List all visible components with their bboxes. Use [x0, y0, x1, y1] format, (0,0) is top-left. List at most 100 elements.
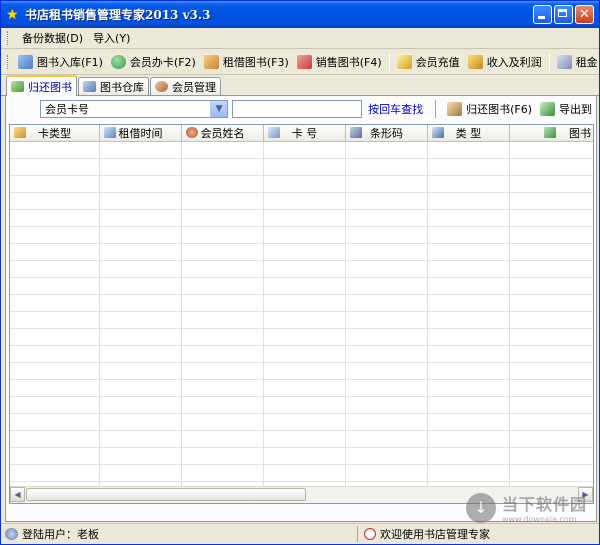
tab-member-management[interactable]: 会员管理: [150, 77, 221, 95]
income-button[interactable]: 收入及利润: [464, 51, 546, 72]
return-book-icon: [447, 102, 463, 116]
recharge-button[interactable]: 会员充值: [393, 51, 464, 72]
title-bar[interactable]: ★ 书店租书销售管理专家2013 v3.3 ✕: [1, 1, 599, 28]
book-in-label: 图书入库(F1): [37, 55, 103, 69]
download-arrow-icon: ↓: [465, 492, 496, 523]
book-in-icon: [18, 54, 33, 69]
column-member-name-label: 会员姓名: [200, 127, 245, 140]
tab-book-warehouse-label: 图书仓库: [100, 80, 144, 94]
book-icon: [544, 127, 556, 138]
search-input[interactable]: [232, 100, 363, 118]
sell-book-button[interactable]: 销售图书(F4): [293, 51, 386, 72]
toolbar-separator: [388, 52, 390, 71]
status-message-pane: 欢迎使用书店管理专家: [358, 526, 490, 542]
export-icon: [540, 102, 555, 116]
book-warehouse-tab-icon: [83, 81, 96, 92]
column-book-label: 图书: [569, 127, 591, 140]
return-books-panel: 会员卡号 ▼ 按回车查找 归还图书(F6) 导出到 卡类型 租借时间 会员姓名 …: [5, 96, 597, 522]
tab-return-books[interactable]: 归还图书: [6, 75, 77, 96]
return-book-label: 归还图书(F6): [466, 103, 532, 116]
rent-book-label: 租借图书(F3): [222, 55, 289, 69]
tab-member-management-label: 会员管理: [172, 80, 216, 94]
grid-body[interactable]: [10, 142, 593, 486]
search-field-combo[interactable]: 会员卡号 ▼: [40, 100, 229, 118]
member-card-icon: [110, 54, 126, 69]
menu-backup[interactable]: 备份数据(D): [17, 30, 88, 46]
column-rent-time-label: 租借时间: [118, 127, 163, 140]
toolbar-grip[interactable]: [7, 54, 8, 69]
export-label: 导出到: [559, 103, 592, 116]
toolbar-separator-2: [548, 52, 550, 71]
column-book[interactable]: 图书: [510, 125, 593, 141]
tab-strip: 归还图书 图书仓库 会员管理: [1, 75, 599, 96]
column-category-label: 类 型: [455, 127, 482, 140]
status-bar: 登陆用户：老板 欢迎使用书店管理专家: [1, 523, 599, 544]
column-card-number-label: 卡 号: [291, 127, 318, 140]
rent-fee-icon: [556, 54, 572, 69]
grid-column-divider: [263, 142, 264, 486]
maximize-button[interactable]: [554, 5, 573, 24]
column-member-name[interactable]: 会员姓名: [182, 125, 264, 141]
chevron-down-icon[interactable]: ▼: [210, 101, 228, 117]
watermark-text: 当下软件园 www.downxia.com: [502, 491, 587, 524]
column-card-type[interactable]: 卡类型: [10, 125, 100, 141]
maximize-icon: [558, 9, 567, 17]
grid-column-divider: [181, 142, 182, 486]
search-field-value: 会员卡号: [45, 103, 89, 116]
category-icon: [432, 127, 444, 138]
watermark-name: 当下软件园: [501, 495, 587, 514]
column-rent-time[interactable]: 租借时间: [100, 125, 182, 141]
close-button[interactable]: ✕: [575, 5, 594, 24]
member-card-button[interactable]: 会员办卡(F2): [107, 51, 200, 72]
card-type-icon: [14, 127, 26, 138]
recharge-label: 会员充值: [415, 55, 460, 69]
grid-column-divider: [99, 142, 100, 486]
search-separator: [435, 100, 438, 118]
menu-bar: 备份数据(D) 导入(Y): [1, 28, 599, 49]
minimize-button[interactable]: [533, 5, 552, 24]
column-card-number[interactable]: 卡 号: [264, 125, 346, 141]
tab-book-warehouse[interactable]: 图书仓库: [78, 77, 149, 95]
return-book-button[interactable]: 归还图书(F6): [443, 99, 536, 120]
grid-header: 卡类型 租借时间 会员姓名 卡 号 条形码 类 型 图书: [10, 125, 593, 142]
menu-grip[interactable]: [7, 31, 11, 45]
card-number-icon: [268, 127, 280, 138]
member-name-icon: [186, 127, 198, 138]
status-user: 登陆用户：老板: [22, 528, 99, 541]
grid-column-divider: [509, 142, 510, 486]
toolbar: 图书入库(F1) 会员办卡(F2) 租借图书(F3) 销售图书(F4) 会员充值…: [1, 49, 599, 75]
window-title: 书店租书销售管理专家2013 v3.3: [25, 8, 211, 22]
book-in-button[interactable]: 图书入库(F1): [14, 51, 107, 72]
rent-fee-label: 租金: [575, 55, 598, 69]
main-window: ★ 书店租书销售管理专家2013 v3.3 ✕ 备份数据(D) 导入(Y) 图书…: [0, 0, 600, 545]
export-button[interactable]: 导出到: [536, 99, 596, 120]
rent-book-button[interactable]: 租借图书(F3): [200, 51, 293, 72]
member-management-tab-icon: [155, 81, 168, 92]
column-card-type-label: 卡类型: [38, 127, 71, 140]
scroll-left-icon[interactable]: ◀: [10, 487, 25, 502]
search-row: 会员卡号 ▼ 按回车查找 归还图书(F6) 导出到: [6, 96, 596, 122]
app-star-icon: ★: [6, 6, 19, 23]
window-controls: ✕: [533, 5, 594, 24]
menu-import[interactable]: 导入(Y): [88, 30, 135, 46]
watermark-logo: ↓ 当下软件园 www.downxia.com: [465, 491, 587, 524]
rental-grid[interactable]: 卡类型 租借时间 会员姓名 卡 号 条形码 类 型 图书 ◀ ▶: [9, 124, 594, 504]
grid-column-divider: [345, 142, 346, 486]
status-message: 欢迎使用书店管理专家: [380, 528, 490, 541]
rent-fee-button[interactable]: 租金: [553, 51, 599, 72]
income-icon: [467, 54, 483, 69]
search-hint-link[interactable]: 按回车查找: [368, 101, 423, 117]
rent-time-icon: [104, 127, 116, 138]
rent-book-icon: [203, 54, 219, 69]
info-icon: [364, 528, 376, 540]
column-barcode[interactable]: 条形码: [346, 125, 428, 141]
column-category[interactable]: 类 型: [428, 125, 510, 141]
close-icon: ✕: [579, 7, 590, 22]
return-books-tab-icon: [11, 81, 24, 92]
user-icon: [5, 528, 18, 540]
scrollbar-thumb[interactable]: [26, 488, 306, 501]
column-barcode-label: 条形码: [370, 127, 403, 140]
grid-column-divider: [427, 142, 428, 486]
income-label: 收入及利润: [486, 55, 542, 69]
minimize-icon: [538, 16, 545, 19]
